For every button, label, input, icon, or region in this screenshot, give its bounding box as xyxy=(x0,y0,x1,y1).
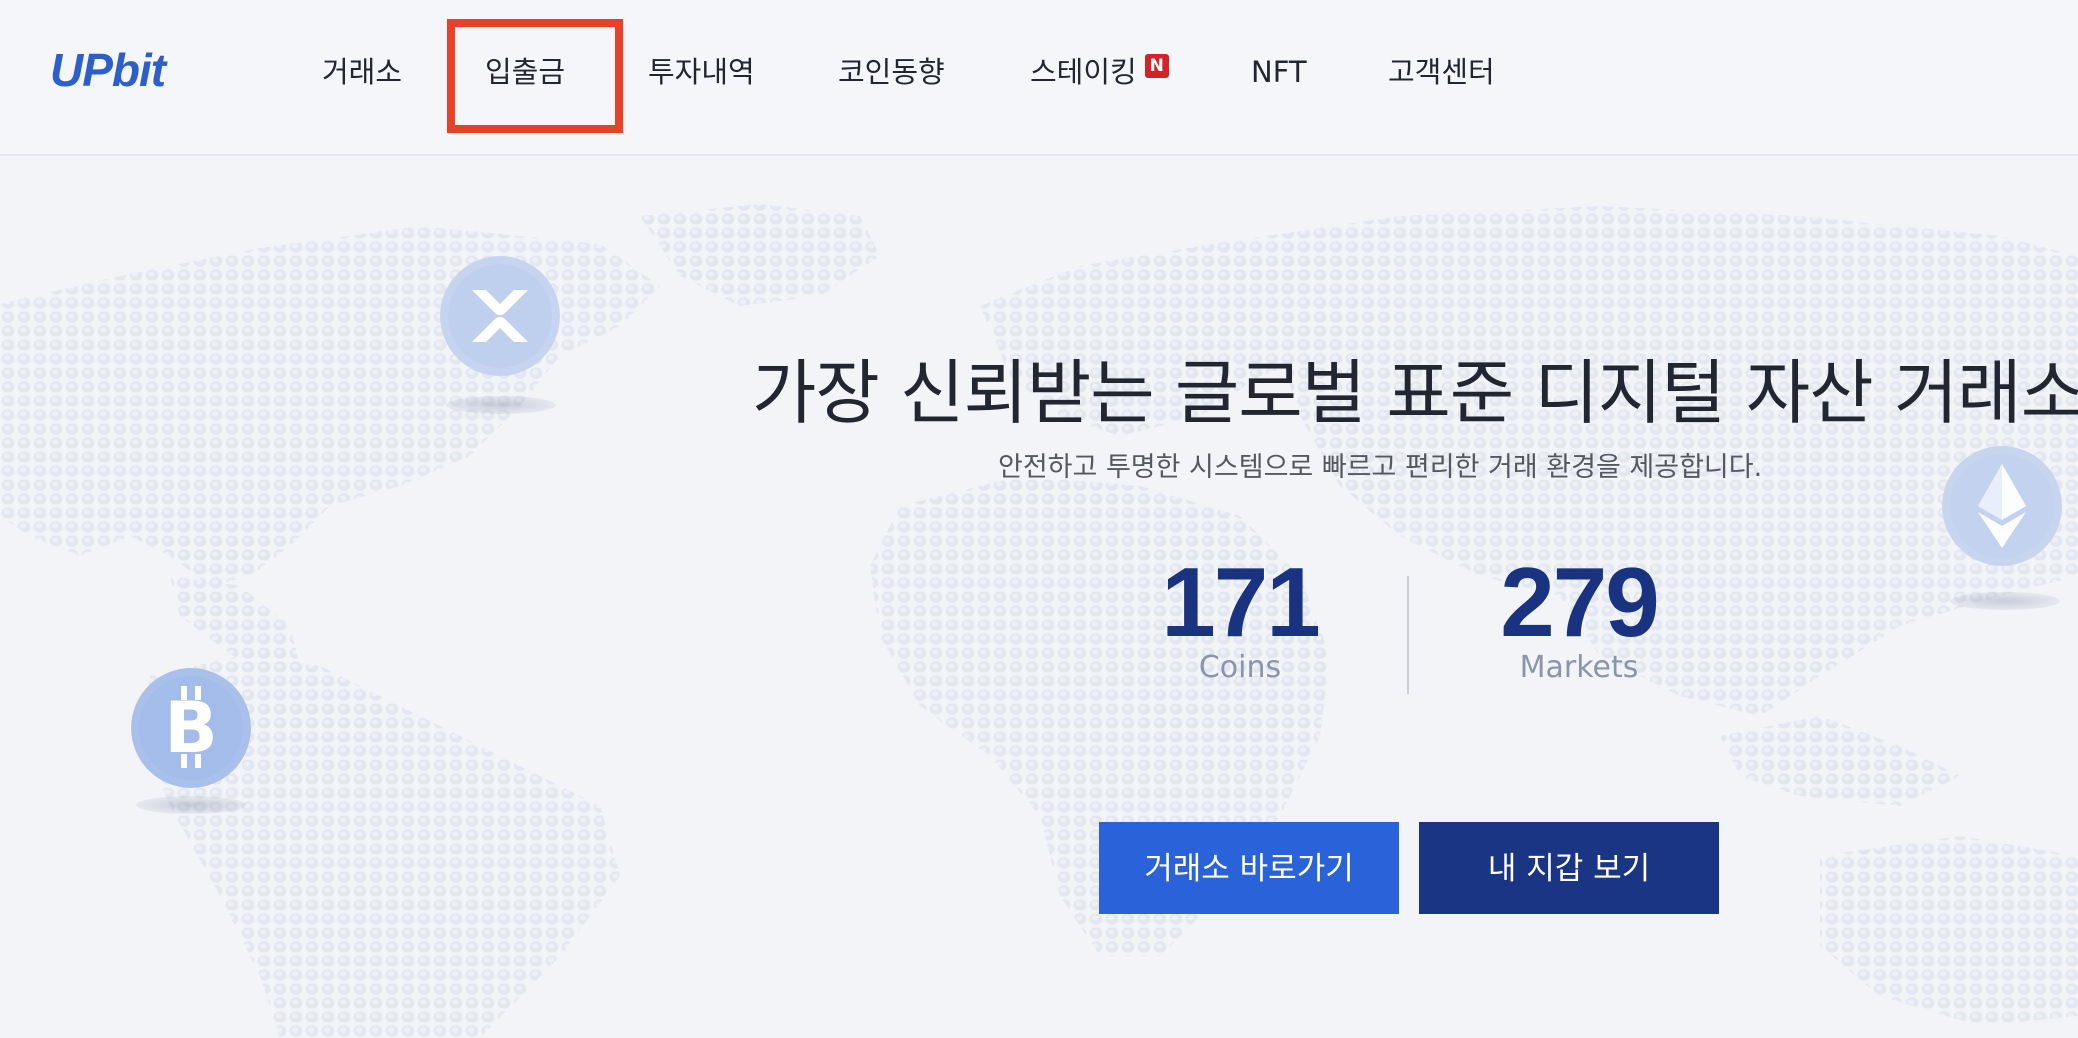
coins-count: 171 xyxy=(1161,547,1321,657)
svg-text:B: B xyxy=(164,687,217,769)
markets-count: 279 xyxy=(1500,547,1660,657)
nav-item-label: 코인동향 xyxy=(838,55,945,89)
hero-section: B 가장 신뢰받는 글로벌 표준 디지털 자산 거래소 안전하고 투명한 시스템… xyxy=(0,156,2078,1038)
nav-item-investment-history[interactable]: 투자내역 xyxy=(648,48,755,96)
xrp-coin-icon xyxy=(440,256,560,376)
ethereum-coin-icon xyxy=(1942,446,2062,566)
coins-stat: 171 Coins xyxy=(1120,550,1360,688)
nav-item-exchange[interactable]: 거래소 xyxy=(322,48,402,96)
nav-item-nft[interactable]: NFT xyxy=(1251,48,1307,96)
nav-item-customer-center[interactable]: 고객센터 xyxy=(1388,48,1495,96)
new-badge: N xyxy=(1144,54,1169,78)
nav-item-label: NFT xyxy=(1251,55,1307,89)
coin-shadow xyxy=(1950,592,2060,610)
go-to-exchange-button[interactable]: 거래소 바로가기 xyxy=(1099,822,1399,914)
nav-item-label: 투자내역 xyxy=(648,55,755,89)
nav-item-deposit-withdrawal[interactable]: 입출금 xyxy=(446,19,624,133)
bitcoin-coin-icon: B xyxy=(131,668,251,788)
stats-divider xyxy=(1407,576,1409,694)
upbit-logo[interactable]: UPbit xyxy=(48,46,200,96)
view-my-wallet-button[interactable]: 내 지갑 보기 xyxy=(1419,822,1719,914)
nav-item-coin-trends[interactable]: 코인동향 xyxy=(838,48,945,96)
coin-shadow xyxy=(446,396,556,414)
world-map-dot-background xyxy=(0,204,2078,1038)
nav-item-label: 고객센터 xyxy=(1388,55,1495,89)
hero-subtitle: 안전하고 투명한 시스템으로 빠르고 편리한 거래 환경을 제공합니다. xyxy=(998,452,1763,483)
nav-item-label: 입출금 xyxy=(485,55,566,89)
logo-text: UPbit xyxy=(50,46,168,96)
nav-item-staking[interactable]: 스테이킹 N xyxy=(1030,48,1169,96)
nav-item-label: 거래소 xyxy=(322,55,403,89)
markets-label: Markets xyxy=(1519,650,1639,685)
hero-title: 가장 신뢰받는 글로벌 표준 디지털 자산 거래소 xyxy=(752,352,2078,434)
markets-stat: 279 Markets xyxy=(1459,550,1699,688)
coins-label: Coins xyxy=(1198,650,1282,685)
top-navigation-bar: UPbit 거래소 입출금 투자내역 코인동향 스테이킹 N NFT 고객센터 xyxy=(0,0,2078,156)
coin-shadow xyxy=(136,796,246,814)
nav-item-label: 스테이킹 xyxy=(1030,55,1137,89)
